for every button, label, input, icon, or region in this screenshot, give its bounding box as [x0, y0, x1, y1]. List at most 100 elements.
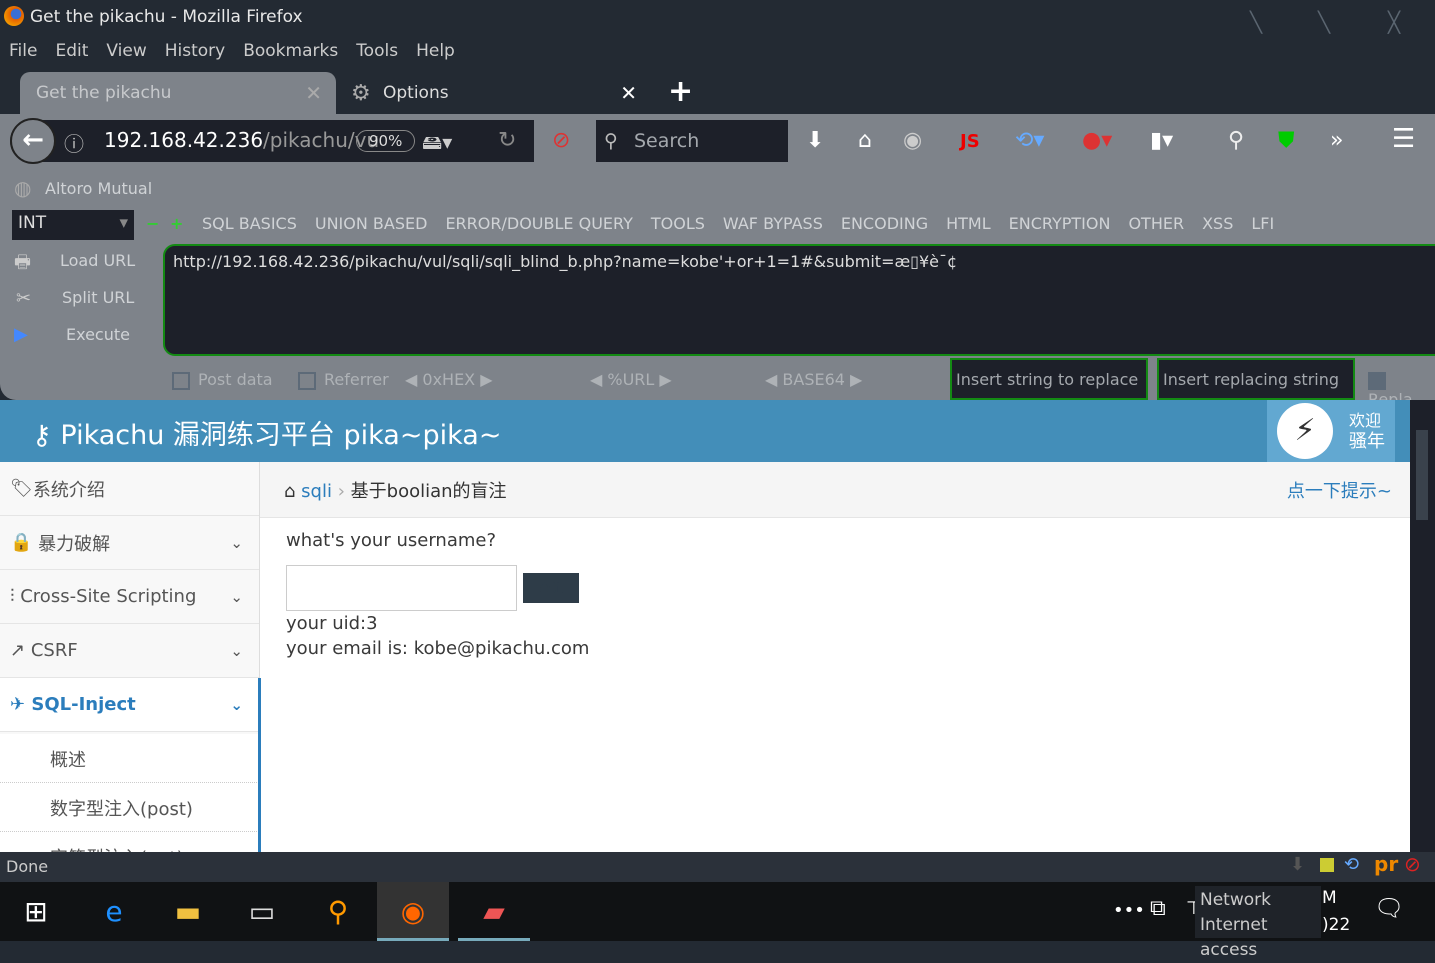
user-menu[interactable]: ⚡ 欢迎 骚年	[1267, 400, 1395, 462]
sidebar-item-csrf[interactable]: ↗ CSRF ⌄	[0, 624, 259, 678]
firefox-taskbar-icon[interactable]: ◉	[377, 882, 449, 941]
sidebar-item-intro[interactable]: 🏷 系统介绍	[0, 462, 259, 516]
url-bar[interactable]: ← ⓘ 192.168.42.236/pikachu/vu 90% 🖴▾ ↻	[10, 118, 534, 164]
referrer-label: Referrer	[324, 370, 389, 389]
menu-history[interactable]: History	[165, 41, 225, 61]
load-url-button[interactable]: Load URL	[60, 251, 135, 270]
replacing-string-input[interactable]: Insert replacing string	[1157, 358, 1355, 400]
close-tab-icon[interactable]: ✕	[620, 81, 637, 105]
overflow-chevron-icon[interactable]: »	[1330, 128, 1343, 153]
menu-sql-basics[interactable]: SQL BASICS	[202, 214, 297, 233]
menu-union-based[interactable]: UNION BASED	[315, 214, 428, 233]
file-explorer-icon[interactable]: ▬	[152, 882, 224, 941]
list-icon: ⫶	[10, 586, 15, 607]
base64-control[interactable]: ◀ BASE64 ▶	[765, 370, 862, 389]
addon-page-icon[interactable]: ▮▾	[1150, 128, 1173, 153]
menu-encoding[interactable]: ENCODING	[841, 214, 928, 233]
home-icon[interactable]: ⌂	[284, 481, 295, 502]
brand-text: Pikachu 漏洞练习平台 pika~pika~	[60, 420, 502, 451]
addon-globe-icon[interactable]: ◉	[903, 128, 922, 153]
menu-waf-bypass[interactable]: WAF BYPASS	[723, 214, 823, 233]
menu-lfi[interactable]: LFI	[1251, 214, 1274, 233]
menu-view[interactable]: View	[106, 41, 146, 61]
breadcrumb-parent[interactable]: sqli	[301, 481, 332, 502]
plus-icon[interactable]: +	[170, 214, 183, 233]
switcher-icon[interactable]: ⟲▾	[1015, 128, 1044, 153]
sidebar-item-brute-force[interactable]: 🔒 暴力破解 ⌄	[0, 516, 259, 570]
minimize-icon[interactable]: ╲	[1250, 10, 1272, 34]
sidebar-item-sql-inject[interactable]: ✈ SQL-Inject ⌄	[0, 678, 259, 732]
post-data-checkbox[interactable]: Post data	[172, 370, 273, 390]
wappalyzer-shield-icon[interactable]: ⛊	[1278, 128, 1295, 153]
server-icon[interactable]: 🖴▾	[422, 128, 452, 162]
burp-icon[interactable]: ▰	[458, 882, 530, 941]
scrollbar[interactable]	[1410, 400, 1435, 852]
submenu-item-overview[interactable]: 概述	[0, 734, 259, 783]
search-tool-icon[interactable]: ⚲	[302, 882, 374, 941]
download-icon[interactable]: ⬇	[1290, 854, 1305, 875]
noscript-icon[interactable]: ⊘	[552, 128, 570, 153]
menu-html[interactable]: HTML	[946, 214, 991, 233]
close-window-icon[interactable]: ╳	[1388, 10, 1410, 34]
pr-icon[interactable]: pr	[1374, 852, 1398, 876]
hackbar-panel: INT ▾ − + SQL BASICS UNION BASED ERROR/DO…	[0, 204, 1435, 409]
submenu-item-numeric-post[interactable]: 数字型注入(post)	[0, 783, 259, 832]
submenu-item-string-get[interactable]: 字符型注入(get)	[0, 832, 259, 852]
js-icon[interactable]: JS	[960, 131, 980, 152]
search-input[interactable]: ⚲ Search	[596, 120, 788, 162]
tab-get-the-pikachu[interactable]: Get the pikachu ✕	[20, 72, 336, 114]
download-icon[interactable]: ⬇	[806, 128, 824, 153]
hackbar-search-icon[interactable]: ⚲	[1228, 128, 1244, 153]
replace-string-input[interactable]: Insert string to replace	[950, 358, 1148, 400]
back-button[interactable]: ←	[10, 118, 56, 164]
addon-red-icon[interactable]: ●▾	[1082, 128, 1112, 153]
execute-button[interactable]: Execute	[66, 325, 130, 344]
menu-help[interactable]: Help	[416, 41, 455, 61]
menu-file[interactable]: File	[9, 41, 37, 61]
hint-link[interactable]: 点一下提示~	[1287, 477, 1392, 503]
tooltip-line2: Internet access	[1200, 915, 1268, 960]
sidebar-item-xss[interactable]: ⫶ Cross-Site Scripting ⌄	[0, 570, 259, 624]
menu-xss[interactable]: XSS	[1202, 214, 1233, 233]
edge-icon[interactable]: e	[78, 882, 150, 941]
tab-options[interactable]: ⚙ Options ✕	[345, 72, 645, 114]
zoom-indicator[interactable]: 90%	[356, 130, 416, 152]
close-tab-icon[interactable]: ✕	[305, 81, 322, 105]
menu-error-double-query[interactable]: ERROR/DOUBLE QUERY	[445, 214, 632, 233]
more-icon[interactable]: •••	[1113, 900, 1145, 921]
bookmark-altoro-mutual[interactable]: Altoro Mutual	[45, 179, 152, 198]
notification-icon[interactable]: 🗨	[1374, 894, 1404, 922]
menu-edit[interactable]: Edit	[55, 41, 88, 61]
hamburger-menu-icon[interactable]: ☰	[1392, 124, 1415, 154]
referrer-checkbox[interactable]: Referrer	[298, 370, 389, 390]
menu-other[interactable]: OTHER	[1128, 214, 1184, 233]
clock-time[interactable]: M	[1322, 888, 1337, 908]
site-brand[interactable]: ⚷ Pikachu 漏洞练习平台 pika~pika~	[32, 413, 501, 452]
menu-bookmarks[interactable]: Bookmarks	[243, 41, 338, 61]
addon-p-icon[interactable]	[1320, 858, 1334, 872]
menu-encryption[interactable]: ENCRYPTION	[1009, 214, 1111, 233]
hex-encode-control[interactable]: ◀ 0xHEX ▶	[405, 370, 493, 389]
username-input[interactable]	[286, 565, 517, 611]
menu-tools[interactable]: TOOLS	[651, 214, 705, 233]
info-icon[interactable]: ⓘ	[64, 128, 84, 157]
new-tab-button[interactable]: +	[668, 74, 693, 109]
tab-strip: Get the pikachu ✕ ⚙ Options ✕ +	[0, 66, 1435, 114]
hackbar-type-select[interactable]: INT ▾	[12, 210, 134, 240]
minus-icon[interactable]: −	[146, 214, 159, 233]
hackbar-url-textarea[interactable]: http://192.168.42.236/pikachu/vul/sqli/s…	[163, 244, 1435, 356]
split-url-button[interactable]: Split URL	[62, 288, 134, 307]
url-text[interactable]: 192.168.42.236/pikachu/vu	[104, 128, 379, 152]
noscript-icon[interactable]: ⊘	[1404, 852, 1421, 876]
switcher-icon[interactable]: ⟲	[1344, 854, 1359, 875]
maximize-icon[interactable]: ╲	[1318, 10, 1340, 34]
url-encode-control[interactable]: ◀ %URL ▶	[590, 370, 672, 389]
clock-date[interactable]: )22	[1322, 915, 1350, 935]
home-icon[interactable]: ⌂	[858, 128, 872, 153]
submit-button[interactable]: 查询	[523, 573, 579, 603]
terminal-icon[interactable]: ▭	[226, 882, 298, 941]
menu-tools[interactable]: Tools	[356, 41, 398, 61]
windows-start-icon[interactable]: ⊞	[0, 882, 72, 941]
tray-app-icon[interactable]: ⧉	[1150, 896, 1166, 921]
reload-icon[interactable]: ↻	[498, 128, 516, 153]
